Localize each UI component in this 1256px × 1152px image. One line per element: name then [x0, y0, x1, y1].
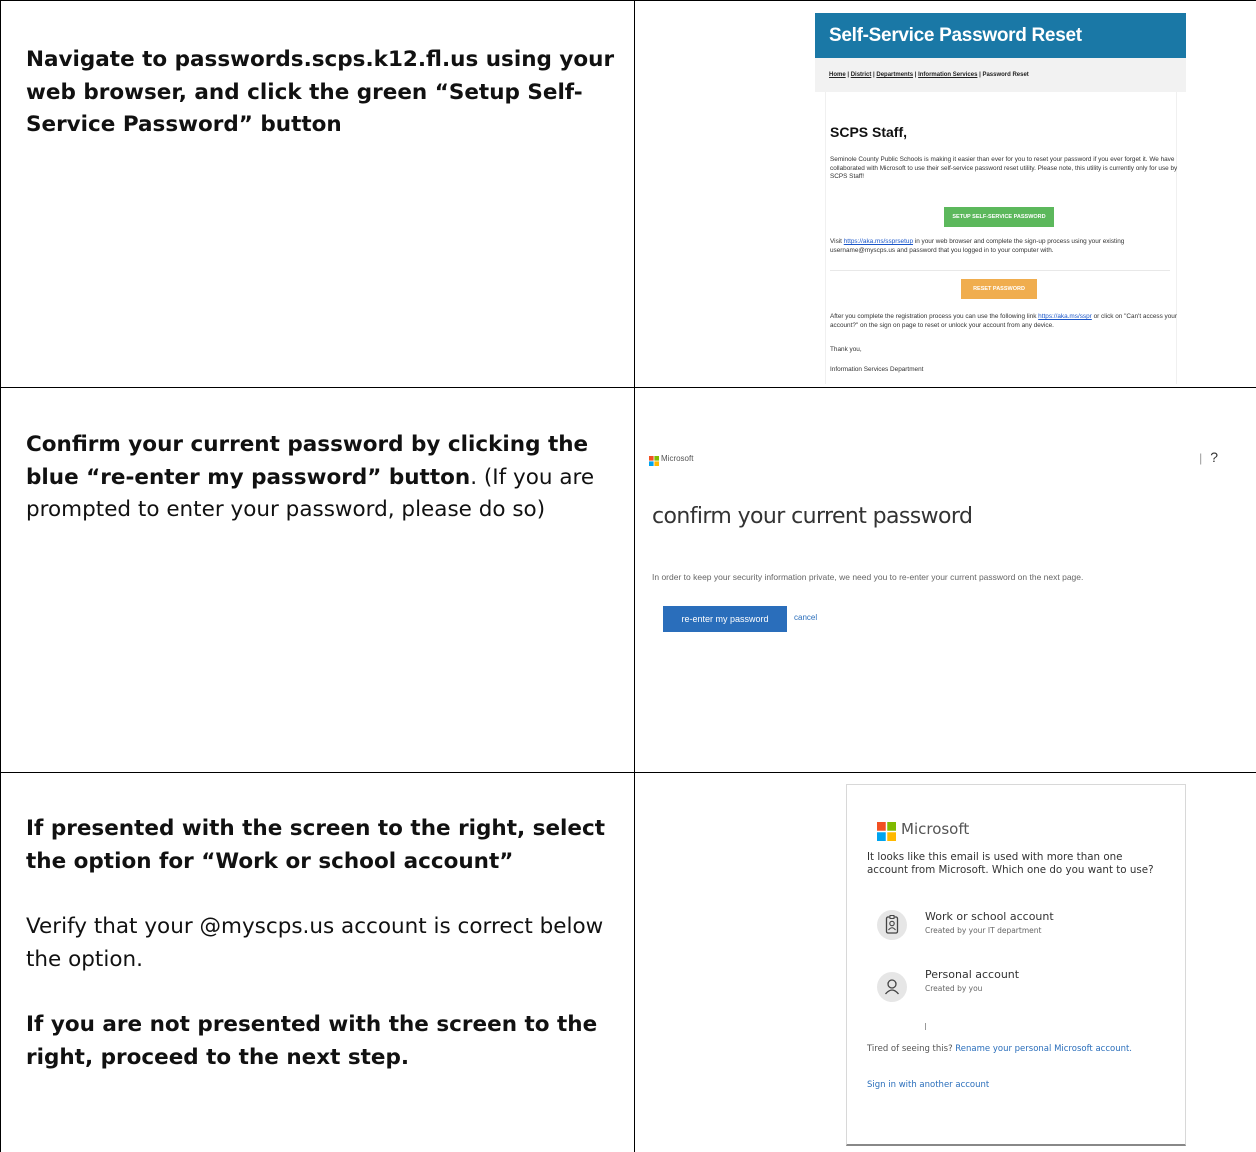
badge-icon [877, 910, 907, 940]
step-3-bold-text-2: If you are not presented with the screen… [26, 1012, 598, 1070]
breadcrumb-district[interactable]: District [851, 72, 872, 78]
breadcrumb: Home | District | Departments | Informat… [815, 58, 1186, 92]
personal-account-subtitle: Created by you [925, 984, 983, 993]
table-border-left [0, 0, 1, 1152]
confirm-password-screenshot: Microsoft |? confirm your current passwo… [642, 440, 1234, 730]
sspr-header-title: Self-Service Password Reset [815, 13, 1186, 58]
microsoft-brand-text: Microsoft [901, 820, 970, 838]
step-3-normal-text: Verify that your @myscps.us account is c… [26, 914, 604, 972]
sspr-page-screenshot: Self-Service Password Reset Home | Distr… [815, 13, 1186, 384]
sspr-body: SCPS Staff, Seminole County Public Schoo… [815, 92, 1186, 384]
visit-prefix: Visit [830, 238, 844, 245]
person-icon [877, 972, 907, 1002]
sspr-greeting: SCPS Staff, [830, 124, 908, 140]
reset-password-button[interactable]: RESET PASSWORD [961, 279, 1037, 299]
breadcrumb-departments[interactable]: Departments [876, 72, 913, 78]
sspr-link[interactable]: https://aka.ms/sspr [1038, 313, 1092, 320]
rename-account-link[interactable]: Rename your personal Microsoft account. [955, 1044, 1132, 1054]
ssprsetup-link[interactable]: https://aka.ms/ssprsetup [844, 238, 913, 245]
sspr-visit-paragraph: Visit https://aka.ms/ssprsetup in your w… [830, 238, 1180, 255]
sspr-thanks: Thank you, [830, 346, 862, 353]
cursor-mark [925, 1023, 926, 1030]
account-picker-screenshot: Microsoft It looks like this email is us… [846, 784, 1186, 1146]
confirm-password-description: In order to keep your security informati… [652, 572, 1084, 582]
help-separator: | [1199, 451, 1203, 465]
work-account-subtitle: Created by your IT department [925, 926, 1042, 935]
sspr-divider [830, 270, 1170, 271]
step-3-bold-text-1: If presented with the screen to the righ… [26, 816, 606, 874]
work-account-title: Work or school account [925, 910, 1054, 923]
instructions-table: Navigate to passwords.scps.k12.fl.us usi… [0, 0, 1256, 1152]
breadcrumb-information-services[interactable]: Information Services [918, 72, 977, 78]
help-icon[interactable]: ? [1210, 449, 1218, 465]
after-prefix: After you complete the registration proc… [830, 313, 1039, 320]
microsoft-brand-text: Microsoft [661, 454, 694, 463]
row-divider-2 [0, 772, 1256, 773]
cancel-link[interactable]: cancel [794, 613, 817, 622]
step-2-instruction: Confirm your current password by clickin… [26, 429, 618, 527]
setup-self-service-password-button[interactable]: SETUP SELF-SERVICE PASSWORD [944, 207, 1054, 227]
tired-of-seeing-text: Tired of seeing this? Rename your person… [867, 1043, 1157, 1055]
microsoft-logo-icon [649, 456, 659, 466]
tired-prefix: Tired of seeing this? [867, 1044, 956, 1054]
step-3-instruction: If presented with the screen to the righ… [26, 813, 618, 1074]
breadcrumb-password-reset: Password Reset [982, 72, 1029, 78]
sspr-after-paragraph: After you complete the registration proc… [830, 313, 1180, 330]
microsoft-logo-icon [877, 822, 896, 841]
step-1-instruction: Navigate to passwords.scps.k12.fl.us usi… [26, 44, 618, 142]
row-divider-1 [0, 387, 1256, 388]
breadcrumb-home[interactable]: Home [829, 72, 846, 78]
confirm-password-title: confirm your current password [652, 504, 973, 529]
sign-in-another-account-link[interactable]: Sign in with another account [867, 1080, 989, 1090]
reenter-password-button[interactable]: re-enter my password [663, 606, 787, 632]
personal-account-title: Personal account [925, 968, 1020, 981]
column-divider [634, 0, 635, 1152]
step-1-text: Navigate to passwords.scps.k12.fl.us usi… [26, 47, 615, 137]
table-border-top [0, 0, 1256, 1]
sspr-signature: Information Services Department [830, 366, 924, 373]
sspr-intro: Seminole County Public Schools is making… [830, 156, 1178, 181]
account-picker-question: It looks like this email is used with mo… [867, 851, 1154, 876]
sspr-content-panel: SCPS Staff, Seminole County Public Schoo… [825, 92, 1177, 384]
help-area: |? [1199, 449, 1218, 465]
